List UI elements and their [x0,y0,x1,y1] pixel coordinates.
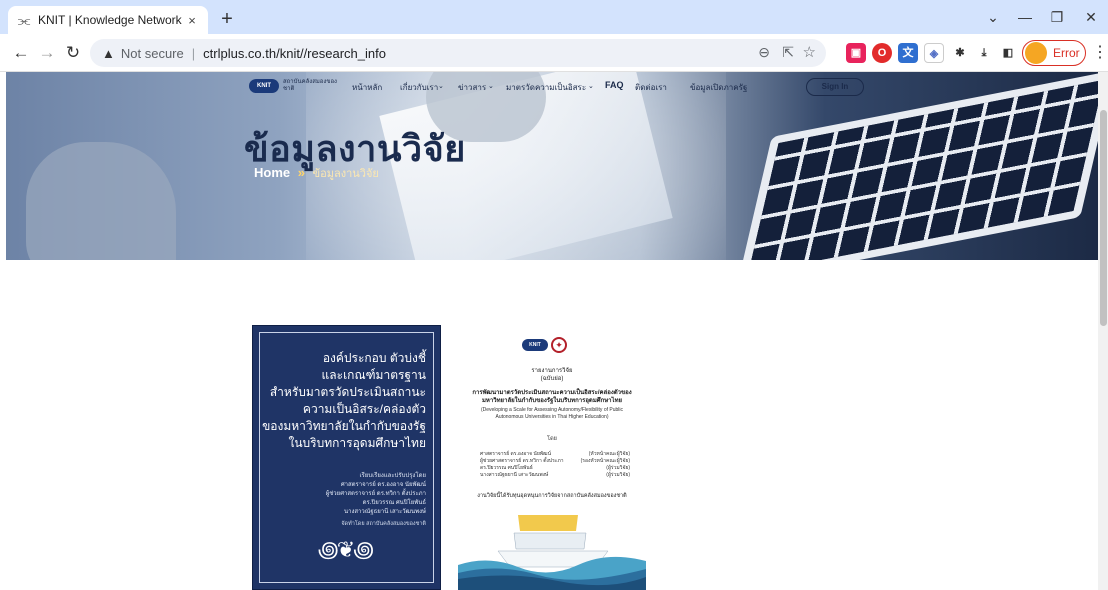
translate-extension-icon[interactable]: 文 [898,43,918,63]
knit-logo-badge: KNIT [522,339,548,351]
book-title: องค์ประกอบ ตัวบ่งชี้ และเกณฑ์มาตรฐาน สำห… [256,350,426,452]
book-title-line: สำหรับมาตรวัดประเมินสถานะ [269,385,426,399]
breadcrumb: Home » ข้อมูลงานวิจัย [254,164,379,182]
warning-triangle-icon: ▲ [102,45,115,61]
breadcrumb-home[interactable]: Home [254,165,290,180]
close-window-button[interactable]: ✕ [1076,6,1106,28]
paper-boat-illustration [458,515,646,590]
book-credit-line: เรียบเรียงและปรับปรุงโดย [359,473,426,479]
browser-tab[interactable]: ⫘ KNIT | Knowledge Network Institu × [8,6,208,34]
book-cover-card[interactable]: องค์ประกอบ ตัวบ่งชี้ และเกณฑ์มาตรฐาน สำห… [252,325,441,590]
scrollbar-thumb[interactable] [1100,110,1107,326]
book-title-line: ความเป็นอิสระ/คล่องตัว [302,402,426,416]
logo-text: สถาบันคลังสมองของชาติ [283,79,337,92]
book-credit-line: ดร.ปิยวรรณ ศนปิโยพันธ์ [362,500,426,506]
report-by: โดย [547,436,557,442]
author-row: ดร.ปิยวรรณ ศนปิโยพันธ์ (ผู้ร่วมวิจัย) [480,465,630,472]
tab-search-button[interactable]: ⌄ [978,6,1008,28]
address-bar[interactable]: ▲ Not secure | ctrlplus.co.th/knit//rese… [90,39,826,67]
hero-banner: KNIT สถาบันคลังสมองของชาติ หน้าหลัก เกี่… [6,72,1098,260]
reload-icon[interactable]: ↻ [62,42,84,64]
book-credit-line: ศาสตราจารย์ ดร.องอาจ นัยพัฒน์ [340,482,426,488]
author-name: ผู้ช่วยศาสตราจารย์ ดร.ทวิกา ตั้งประภา [480,458,564,464]
extensions-puzzle-icon[interactable]: ✱ [950,43,970,63]
author-name: ดร.ปิยวรรณ ศนปิโยพันธ์ [480,465,533,471]
knit-logo-badge: KNIT [249,79,279,93]
book-credit-line: นางสาวณัฐธยานี เสาะวัฒนพงษ์ [343,509,426,515]
nav-news-chevron-icon[interactable]: ⌄ [488,82,494,90]
new-tab-button[interactable]: + [216,9,238,31]
nav-scale-chevron-icon[interactable]: ⌄ [588,82,594,90]
nav-faq[interactable]: FAQ [605,80,624,90]
author-role: (ผู้ร่วมวิจัย) [606,472,630,478]
book-title-line: และเกณฑ์มาตรฐาน [321,368,426,382]
opera-extension-icon[interactable]: O [872,43,892,63]
report-type: รายงานการวิจัย (ฉบับย่อ) [458,367,646,383]
nav-home[interactable]: หน้าหลัก [352,81,382,94]
report-logos: KNIT ✦ [522,337,567,353]
security-status: Not secure [120,45,184,61]
diamond-extension-icon[interactable]: ◈ [924,43,944,63]
download-icon[interactable]: ⤓ [974,43,994,63]
author-row: ผู้ช่วยศาสตราจารย์ ดร.ทวิกา ตั้งประภา (รอ… [480,458,630,465]
author-role: (ผู้ร่วมวิจัย) [606,465,630,471]
report-type-line: (ฉบับย่อ) [540,376,564,382]
report-authors: ศาสตราจารย์ ดร.องอาจ นัยพัฒน์ (หัวหน้าคณะ… [480,451,630,479]
nav-autonomy-scale[interactable]: มาตรวัดความเป็นอิสระ [506,81,586,94]
minimize-button[interactable]: — [1010,6,1040,28]
browser-toolbar: ← → ↻ ▲ Not secure | ctrlplus.co.th/knit… [0,34,1108,72]
browser-menu-icon[interactable]: ⋮ [1092,42,1108,62]
author-role: (หัวหน้าคณะผู้วิจัย) [588,451,630,457]
sign-in-button[interactable]: Sign In [806,78,864,96]
author-row: นางสาวณัฐธยานี เสาะวัฒนพงษ์ (ผู้ร่วมวิจัย… [480,472,630,479]
nav-about-chevron-icon[interactable]: ⌄ [438,82,444,90]
author-name: นางสาวณัฐธยานี เสาะวัฒนพงษ์ [480,472,549,478]
report-type-line: รายงานการวิจัย [531,368,573,374]
report-title-en: (Developing a Scale for Assessing Autono… [480,407,623,420]
author-row: ศาสตราจารย์ ดร.องอาจ นัยพัฒน์ (หัวหน้าคณะ… [480,451,630,458]
back-arrow-icon[interactable]: ← [10,42,32,64]
avatar [1025,42,1047,64]
site-navbar: KNIT สถาบันคลังสมองของชาติ หน้าหลัก เกี่… [6,72,1098,102]
hero-hand-image [26,142,176,260]
side-panel-icon[interactable]: ◧ [998,43,1018,63]
extension-red-icon[interactable]: ▣ [846,43,866,63]
nav-open-data[interactable]: ข้อมูลเปิดภาครัฐ [690,81,747,94]
breadcrumb-current: ข้อมูลงานวิจัย [312,168,379,180]
tab-close-icon[interactable]: × [184,13,200,28]
browser-tab-bar: ⫘ KNIT | Knowledge Network Institu × + ⌄… [0,0,1108,34]
restore-button[interactable]: ❐ [1042,6,1072,28]
university-seal-icon: ✦ [551,337,567,353]
book-title-line: องค์ประกอบ ตัวบ่งชี้ [322,351,426,365]
author-name: ศาสตราจารย์ ดร.องอาจ นัยพัฒน์ [480,451,551,457]
book-title-line: ในบริบทการอุดมศึกษาไทย [288,436,426,450]
profile-error-button[interactable]: Error [1022,40,1086,66]
url-text: ctrlplus.co.th/knit//research_info [203,45,386,61]
zoom-icon[interactable]: ⊖ [758,44,770,61]
address-separator: | [191,45,196,61]
book-title-line: ของมหาวิทยาลัยในกำกับของรัฐ [262,419,426,433]
report-funding: งานวิจัยนี้ได้รับทุนอุดหนุนการวิจัยจากสถ… [477,493,627,499]
site-favicon-icon: ⫘ [17,12,31,28]
bookmark-star-icon[interactable]: ☆ [803,43,816,61]
share-icon[interactable]: ⇱ [782,44,794,61]
site-logo[interactable]: KNIT สถาบันคลังสมองของชาติ [249,79,345,93]
ornament-icon: ꩜❦꩜ [317,537,374,562]
book-credits: เรียบเรียงและปรับปรุงโดย ศาสตราจารย์ ดร.… [256,472,426,517]
tab-title: KNIT | Knowledge Network Institu [38,13,184,27]
nav-news[interactable]: ข่าวสาร [458,81,486,94]
breadcrumb-separator-icon: » [297,165,305,180]
nav-about[interactable]: เกี่ยวกับเรา [400,81,438,94]
nav-contact[interactable]: ติดต่อเรา [635,81,667,94]
author-role: (รองหัวหน้าคณะผู้วิจัย) [580,458,630,464]
forward-arrow-icon[interactable]: → [36,42,58,64]
research-report-card[interactable]: KNIT ✦ รายงานการวิจัย (ฉบับย่อ) การพัฒนา… [458,325,646,590]
book-credit-line: ผู้ช่วยศาสตราจารย์ ดร.ทวิกา ตั้งประภา [325,491,426,497]
book-publisher: จัดทำโดย สถาบันคลังสมองของชาติ [341,521,426,527]
error-label: Error [1053,46,1080,60]
report-title-th: การพัฒนามาตรวัดประเมินสถานะความเป็นอิสระ… [472,390,632,404]
